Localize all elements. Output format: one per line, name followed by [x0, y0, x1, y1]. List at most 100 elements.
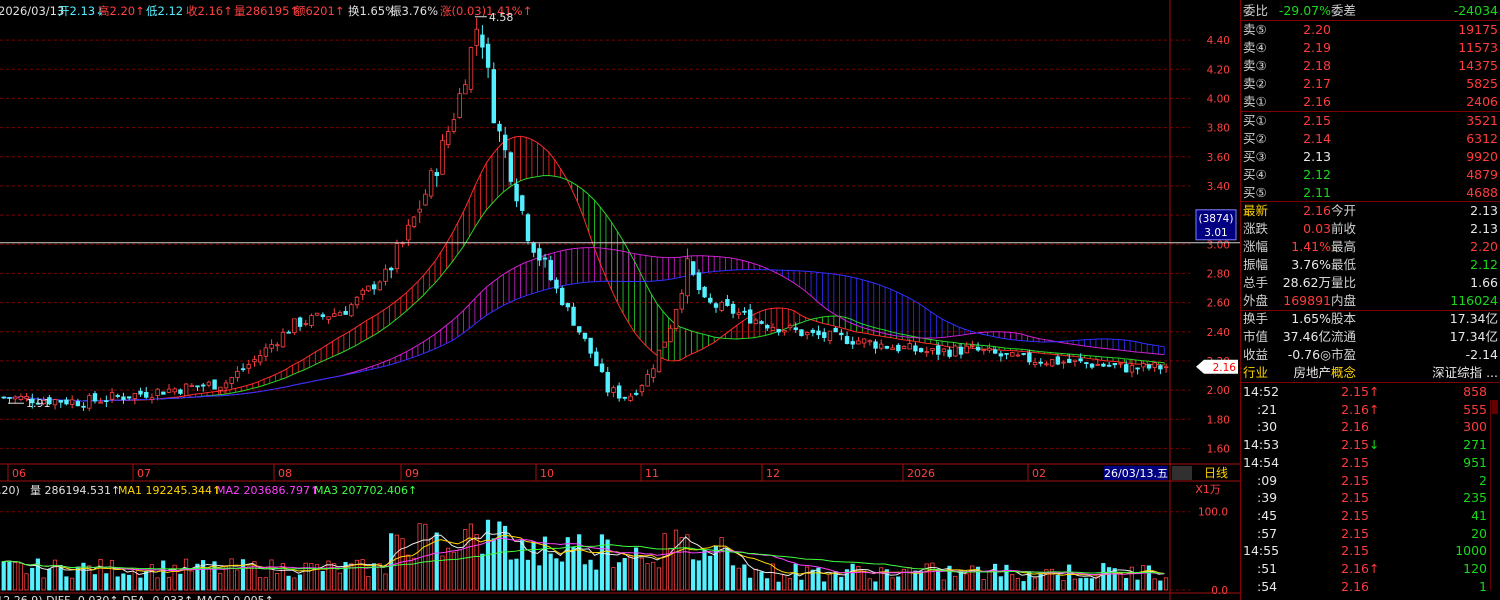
- index-value[interactable]: 深证综指 ...: [1432, 364, 1498, 382]
- unit-label: X1万: [1195, 483, 1221, 496]
- stat-label: 内盘: [1331, 293, 1357, 308]
- order-book-row[interactable]: 卖④ 2.19 11573: [1241, 39, 1500, 57]
- volume-bar: [520, 539, 525, 591]
- candle-body: [702, 286, 707, 298]
- tick-volume: 951: [1463, 454, 1487, 470]
- month-label: 08: [278, 467, 292, 480]
- candle-body: [719, 301, 724, 311]
- volume-bar: [1095, 576, 1100, 591]
- order-book-row[interactable]: 买⑤ 2.11 4688: [1241, 184, 1500, 202]
- candle-body: [491, 69, 496, 124]
- industry-row[interactable]: 行业 房地产 概念 深证综指 ...: [1241, 364, 1500, 382]
- candle-body: [240, 368, 246, 371]
- candle-body: [371, 284, 377, 290]
- volume-bar: [850, 563, 855, 591]
- candle-body: [1129, 364, 1135, 373]
- candle-body: [508, 152, 514, 182]
- volume-bar: [656, 567, 662, 591]
- industry-value[interactable]: 房地产: [1293, 364, 1331, 382]
- candle-body: [1124, 364, 1129, 373]
- volume-bar: [366, 576, 371, 591]
- volume-bar: [719, 537, 724, 591]
- stat-row: 涨跌 0.03 前收 2.13: [1241, 220, 1500, 238]
- scroll-thumb[interactable]: [1492, 400, 1498, 414]
- tick-price: 2.16: [1341, 578, 1377, 596]
- order-book-row[interactable]: 买③ 2.13 9920: [1241, 148, 1500, 166]
- volume-bar: [736, 567, 741, 591]
- tick-time: 14:55: [1243, 543, 1280, 559]
- candle-body: [406, 224, 411, 241]
- candle-body: [577, 326, 582, 333]
- volume-bar: [183, 558, 189, 591]
- stat-value: 17.34亿: [1449, 329, 1498, 344]
- volume-bar: [873, 581, 878, 591]
- axis-scroll-button[interactable]: [1172, 466, 1192, 480]
- tick-row: 14:54 2.15 951: [1241, 454, 1500, 472]
- volume-bar: [685, 534, 690, 591]
- price-axis-label: 3.60: [1207, 152, 1230, 164]
- volume-bar: [1112, 568, 1117, 591]
- candle-body: [189, 384, 195, 387]
- stat-value: 17.34亿: [1449, 311, 1498, 326]
- volume-bar: [457, 549, 462, 591]
- volume-bar: [747, 577, 753, 591]
- volume-bar: [907, 567, 912, 591]
- order-price: 2.18: [1303, 58, 1331, 73]
- stat-row: 最新 2.16 今开 2.13: [1241, 202, 1500, 220]
- kline-chart-svg[interactable]: 2026/03/13开2.13↓高2.20↑ 低2.12 收2.16↑ 量286195…: [0, 0, 1240, 600]
- month-label: 02: [1032, 467, 1046, 480]
- volume-bar: [953, 575, 958, 591]
- tick-scrollbar[interactable]: [1490, 400, 1499, 590]
- order-book-row[interactable]: 买② 2.14 6312: [1241, 130, 1500, 148]
- candle-body: [742, 310, 747, 313]
- volume-bar: [320, 571, 325, 591]
- volume-bar: [822, 581, 827, 591]
- candle-body: [713, 303, 719, 308]
- volume-bar: [109, 560, 115, 591]
- price-axis-label: 2.60: [1207, 298, 1230, 310]
- volume-bar: [446, 547, 451, 591]
- candle-body: [377, 281, 383, 291]
- stat-label: 换手: [1243, 311, 1269, 326]
- tick-arrow: ↑: [1369, 384, 1380, 399]
- kline-chart-area[interactable]: 2026/03/13 开2.13↓ 高2.20↑ 低2.12 收2.16↑ 量286195…: [0, 0, 1240, 600]
- weicha-value: -24034: [1453, 3, 1498, 18]
- volume-bar: [292, 577, 297, 591]
- concept-label[interactable]: 概念: [1331, 364, 1356, 382]
- stat-value: 3.76%: [1291, 257, 1331, 272]
- header-high: 高2.20↑: [98, 4, 145, 18]
- tick-price: 2.15↑: [1341, 383, 1380, 401]
- tick-price: 2.15: [1341, 542, 1377, 560]
- order-book-row[interactable]: 卖⑤ 2.20 19175: [1241, 21, 1500, 39]
- order-book-row[interactable]: 买④ 2.12 4879: [1241, 166, 1500, 184]
- candle-body: [1015, 354, 1021, 357]
- volume-bar: [223, 566, 229, 591]
- candle-body: [1078, 358, 1083, 362]
- order-level-label: 买⑤: [1243, 185, 1267, 200]
- candle-body: [782, 330, 787, 333]
- candle-body: [605, 371, 610, 393]
- order-book-row[interactable]: 卖① 2.16 2406: [1241, 93, 1500, 111]
- volume-bar: [1032, 577, 1038, 591]
- stat-label: 涨跌: [1243, 221, 1269, 236]
- candle-body: [730, 303, 736, 314]
- tick-volume: 235: [1463, 490, 1487, 506]
- candle-body: [901, 346, 907, 349]
- order-book-row[interactable]: 卖② 2.17 5825: [1241, 75, 1500, 93]
- candle-body: [793, 327, 798, 331]
- candle-body: [155, 388, 160, 396]
- volume-bar: [178, 573, 183, 591]
- candle-body: [1101, 363, 1106, 367]
- candle-body: [12, 396, 18, 400]
- order-book-row[interactable]: 卖③ 2.18 14375: [1241, 57, 1500, 75]
- candle-body: [662, 341, 667, 348]
- order-level-label: 卖④: [1243, 40, 1267, 55]
- candle-body: [651, 368, 656, 378]
- order-volume: 11573: [1458, 40, 1498, 55]
- volume-bar: [725, 548, 730, 591]
- header-close: 收2.16↑: [186, 4, 233, 18]
- order-book-row[interactable]: 买① 2.15 3521: [1241, 112, 1500, 130]
- candle-body: [172, 388, 177, 393]
- stat-label: 最新: [1243, 203, 1269, 218]
- period-label[interactable]: 日线: [1204, 466, 1228, 480]
